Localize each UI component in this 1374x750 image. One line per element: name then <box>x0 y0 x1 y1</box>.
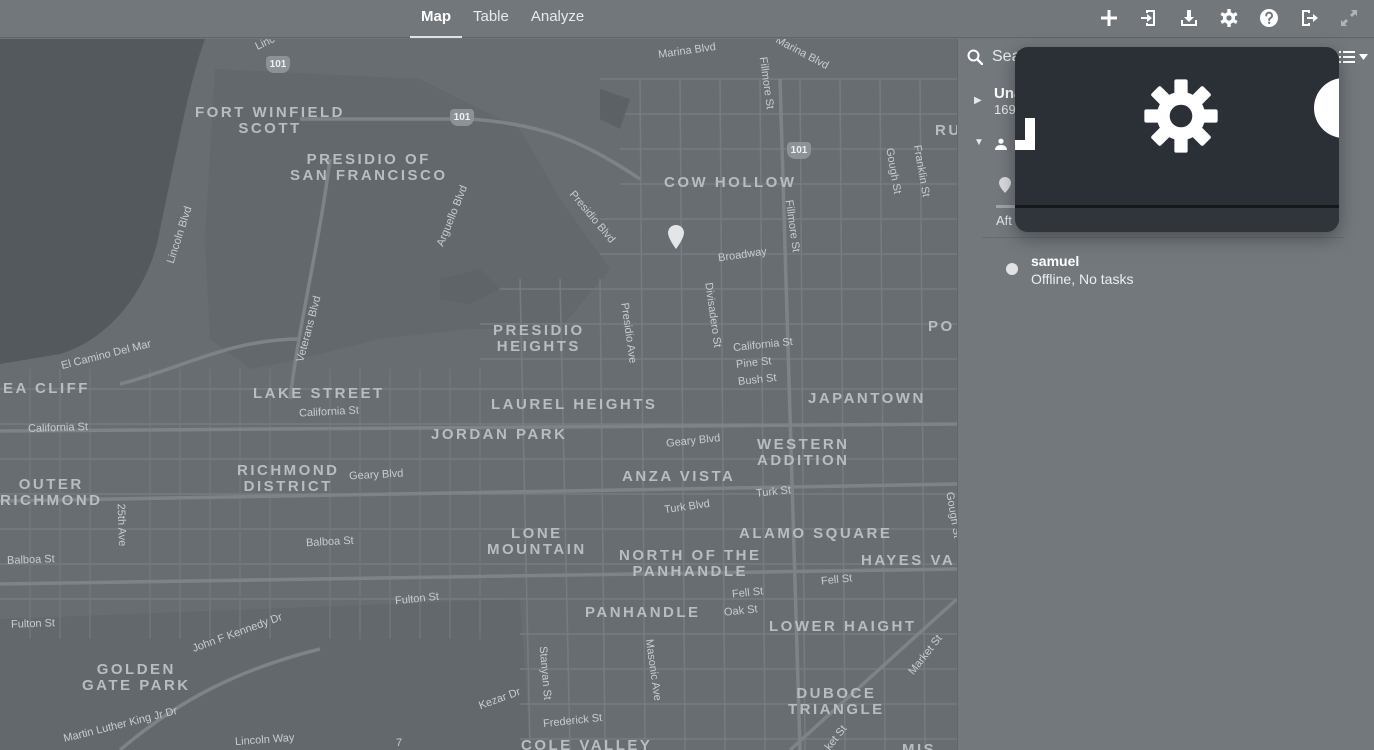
map-marker-icon[interactable] <box>667 224 685 250</box>
highway-shield: 101 <box>266 56 290 73</box>
tab-analyze[interactable]: Analyze <box>520 0 595 38</box>
status-dot <box>1006 263 1018 275</box>
help-icon-zoomed <box>1314 78 1339 138</box>
label-lake-street: LAKE STREET <box>253 385 385 402</box>
label-25th-ave: 25th Ave <box>114 503 129 547</box>
search-icon <box>967 49 983 65</box>
label-mis: MIS <box>902 741 937 750</box>
caret-right-icon: ▶ <box>974 95 982 106</box>
label-presidio-sf: PRESIDIO OF SAN FRANCISCO <box>290 151 448 184</box>
label-richmond-district: RICHMOND DISTRICT <box>237 462 340 495</box>
driver-name: samuel <box>1031 253 1080 269</box>
label-presidio-heights: PRESIDIO HEIGHTS <box>493 322 585 355</box>
label-western-addition: WESTERN ADDITION <box>757 436 850 469</box>
label-po: PO <box>928 318 955 335</box>
top-bar: Map Table Analyze <box>0 0 1374 38</box>
label-sea-cliff: EA CLIFF <box>3 380 90 397</box>
divider <box>982 237 1344 238</box>
gear-icon[interactable] <box>1218 7 1240 29</box>
label-fulton-st-west: Fulton St <box>10 617 56 631</box>
map-view[interactable]: FORT WINFIELD SCOTT PRESIDIO OF SAN FRANCI… <box>0 39 957 750</box>
label-cole-valley: COLE VALLEY <box>521 737 653 750</box>
plus-icon[interactable] <box>1098 7 1120 29</box>
toolbar <box>1098 6 1360 30</box>
label-jordan-park: JORDAN PARK <box>431 426 568 443</box>
view-tabs: Map Table Analyze <box>410 0 595 38</box>
overlay-footer <box>1015 208 1339 232</box>
label-laurel-heights: LAUREL HEIGHTS <box>491 396 658 413</box>
expand-icon[interactable] <box>1338 7 1360 29</box>
label-cow-hollow: COW HOLLOW <box>664 174 797 191</box>
label-outer-richmond: OUTER RICHMOND <box>0 476 103 509</box>
label-ru: RU <box>935 122 957 139</box>
team-icon <box>995 138 1007 150</box>
chevron-down-icon <box>1359 54 1368 60</box>
caret-down-icon: ▼ <box>974 137 984 148</box>
label-hayes: HAYES VA <box>861 552 956 569</box>
import-icon[interactable] <box>1138 7 1160 29</box>
label-duboce-triangle: DUBOCE TRIANGLE <box>788 685 885 718</box>
driver-item[interactable]: samuel Offline, No tasks <box>1004 253 1324 289</box>
tab-map[interactable]: Map <box>410 0 462 38</box>
label-fort-winfield: FORT WINFIELD SCOTT <box>195 104 345 137</box>
label-seven: 7 <box>396 737 403 749</box>
highway-shield: 101 <box>450 109 474 126</box>
unassigned-count: 169 <box>994 102 1016 117</box>
highway-shield: 101 <box>787 142 811 159</box>
list-view-toggle[interactable] <box>1339 51 1368 63</box>
task-time: Aft <box>996 213 1012 228</box>
label-panhandle: PANHANDLE <box>585 604 701 621</box>
label-alamo-square: ALAMO SQUARE <box>739 525 893 542</box>
tab-table[interactable]: Table <box>462 0 520 38</box>
list-icon <box>1339 51 1355 63</box>
label-california-st-west: California St <box>27 420 89 436</box>
logout-icon[interactable] <box>1298 7 1320 29</box>
driver-status: Offline, No tasks <box>1031 271 1134 287</box>
import-icon-zoomed <box>1015 118 1035 150</box>
label-japantown: JAPANTOWN <box>808 390 926 407</box>
label-north-panhandle: NORTH OF THE PANHANDLE <box>619 547 762 580</box>
gear-icon[interactable] <box>1142 77 1220 155</box>
label-balboa-st-west: Balboa St <box>6 553 55 567</box>
label-golden-gate-park: GOLDEN GATE PARK <box>82 661 191 694</box>
zoomed-toolbar-overlay <box>1015 47 1339 232</box>
label-anza-vista: ANZA VISTA <box>622 468 736 485</box>
pin-icon <box>999 177 1011 193</box>
label-lower-haight: LOWER HAIGHT <box>769 618 917 635</box>
help-icon[interactable] <box>1258 7 1280 29</box>
label-lone-mountain: LONE MOUNTAIN <box>487 525 587 558</box>
label-balboa-st-east: Balboa St <box>305 534 354 550</box>
download-icon[interactable] <box>1178 7 1200 29</box>
